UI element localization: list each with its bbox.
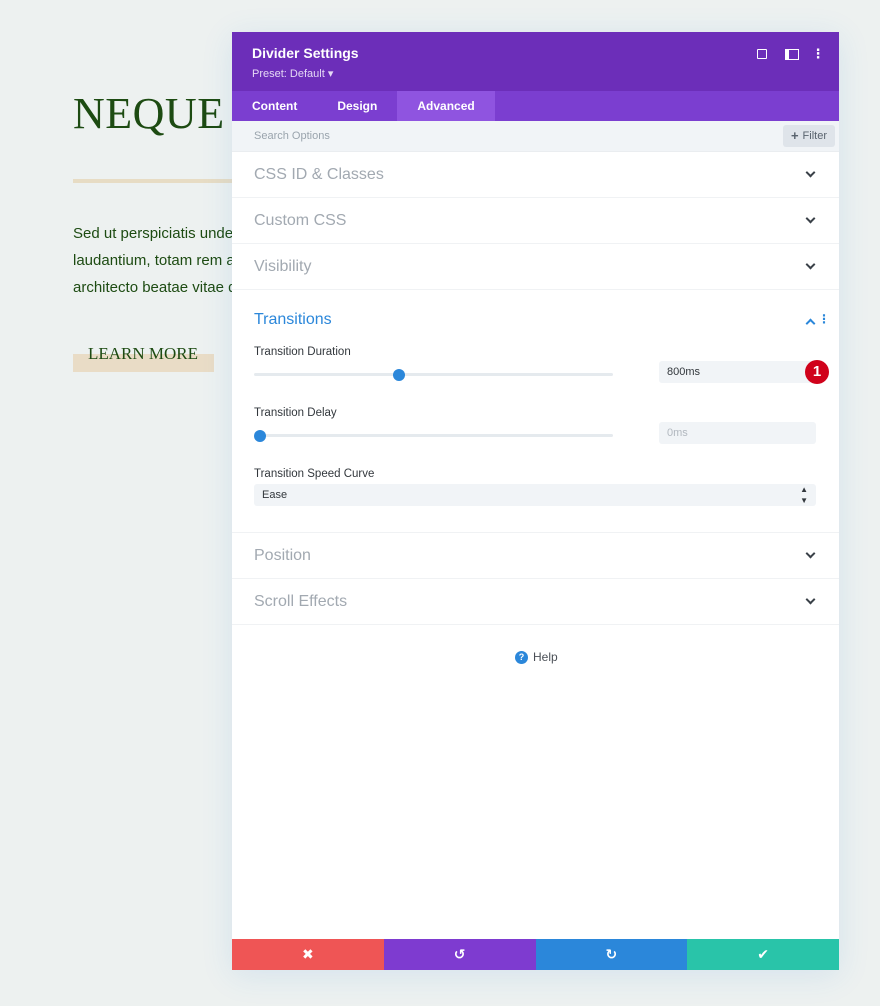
undo-icon: ↺ (453, 946, 466, 962)
tab-design[interactable]: Design (317, 91, 397, 121)
slider-handle[interactable] (392, 368, 405, 381)
transition-duration-input[interactable]: 800ms (659, 361, 816, 383)
chevron-down-icon (805, 548, 816, 559)
undo-button[interactable]: ↺ (383, 939, 536, 970)
section-title: CSS ID & Classes (254, 166, 384, 183)
tab-content[interactable]: Content (232, 91, 317, 121)
step-badge: 1 (805, 360, 829, 384)
section-title: Visibility (254, 258, 312, 275)
chevron-up-icon[interactable] (805, 318, 816, 329)
chevron-down-icon (805, 213, 816, 224)
section-title: Position (254, 547, 311, 564)
paragraph-line: laudantium, totam rem ap (73, 252, 243, 269)
split-view-icon[interactable] (785, 47, 799, 61)
filter-label: Filter (802, 130, 827, 142)
save-button[interactable]: ✔ (687, 939, 839, 970)
help-label: Help (533, 650, 558, 664)
transition-duration-label: Transition Duration (254, 346, 351, 358)
transition-delay-input[interactable]: 0ms (659, 422, 816, 444)
check-icon: ✔ (757, 946, 769, 962)
slider-handle[interactable] (254, 429, 266, 442)
help-icon: ? (515, 650, 528, 664)
divider-settings-modal: Divider Settings Preset: Default ▾ ⋮ Con… (232, 32, 839, 970)
modal-footer: ✖ ↺ ↻ ✔ (232, 939, 839, 970)
help-link[interactable]: ? Help (515, 650, 558, 664)
page-paragraph: Sed ut perspiciatis unde o laudantium, t… (73, 220, 243, 301)
preset-dropdown[interactable]: Preset: Default ▾ (252, 67, 333, 80)
section-css-id-classes[interactable]: CSS ID & Classes (232, 152, 839, 198)
transition-speed-curve-select[interactable]: Ease ▲ ▼ (254, 484, 816, 506)
transitions-title[interactable]: Transitions (254, 311, 332, 329)
plus-icon: + (790, 128, 799, 143)
section-scroll-effects[interactable]: Scroll Effects (232, 579, 839, 625)
redo-icon: ↻ (605, 946, 618, 962)
redo-button[interactable]: ↻ (535, 939, 688, 970)
section-title: Custom CSS (254, 212, 347, 229)
modal-header: Divider Settings Preset: Default ▾ ⋮ (232, 32, 839, 91)
section-title: Scroll Effects (254, 593, 348, 610)
page-divider (73, 179, 243, 183)
section-visibility[interactable]: Visibility (232, 244, 839, 290)
select-arrows-icon: ▲ ▼ (800, 485, 808, 505)
transition-speed-curve-label: Transition Speed Curve (254, 468, 375, 480)
learn-more-button[interactable]: LEARN MORE (73, 344, 214, 372)
paragraph-line: Sed ut perspiciatis unde o (73, 225, 243, 242)
cancel-button[interactable]: ✖ (232, 939, 384, 970)
tab-advanced[interactable]: Advanced (397, 91, 495, 121)
chevron-down-icon (805, 259, 816, 270)
search-input[interactable] (254, 130, 654, 142)
close-icon: ✖ (302, 946, 314, 962)
transition-duration-slider[interactable] (254, 368, 613, 381)
expand-icon[interactable] (755, 47, 769, 61)
learn-more-label: LEARN MORE (88, 344, 199, 363)
transition-delay-slider[interactable] (254, 429, 613, 442)
section-position[interactable]: Position (232, 533, 839, 579)
chevron-down-icon (805, 594, 816, 605)
transition-delay-label: Transition Delay (254, 407, 337, 419)
chevron-down-icon (805, 167, 816, 178)
section-transitions: Transitions ⋮ Transition Duration 800ms … (232, 290, 839, 533)
section-custom-css[interactable]: Custom CSS (232, 198, 839, 244)
more-options-icon[interactable]: ⋮ (811, 47, 825, 61)
filter-button[interactable]: + Filter (782, 125, 835, 147)
modal-title: Divider Settings (252, 45, 359, 61)
paragraph-line: architecto beatae vitae di (73, 279, 240, 296)
section-options-icon[interactable]: ⋮ (818, 313, 830, 325)
select-value: Ease (262, 489, 288, 501)
tab-bar: Content Design Advanced (232, 91, 839, 121)
search-bar: + Filter (232, 121, 839, 152)
